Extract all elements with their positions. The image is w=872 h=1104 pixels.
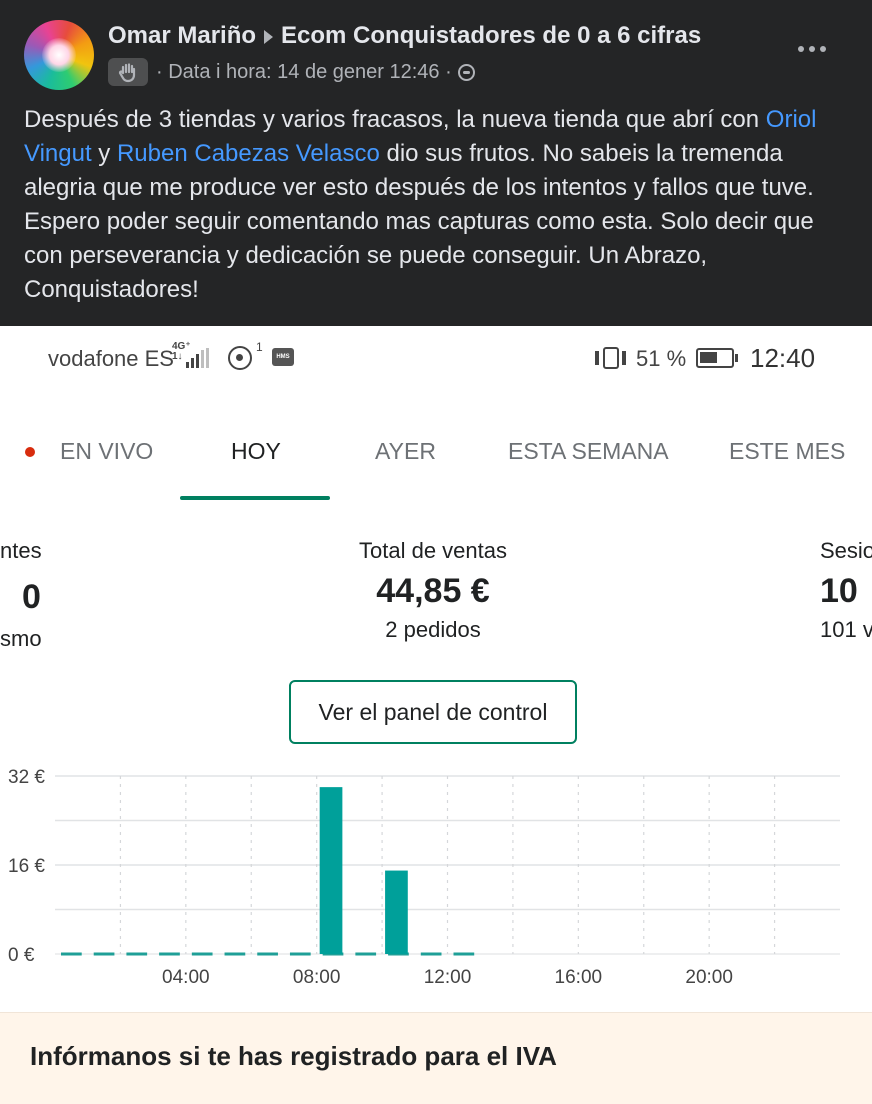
chart-x-tick-label: 04:00: [162, 967, 210, 988]
chart-y-tick-label: 32 €: [8, 767, 45, 788]
hotspot-count: 1: [256, 340, 263, 354]
carrier-name: vodafone ES: [48, 346, 174, 371]
metric-label: Total de ventas: [359, 538, 507, 563]
view-dashboard-button[interactable]: Ver el panel de control: [289, 680, 577, 744]
more-options-icon[interactable]: [794, 36, 830, 62]
post-text-part: Después de 3 tiendas y varios fracasos, …: [24, 106, 766, 133]
post-meta: · Data i hora: 14 de gener 12:46 ·: [108, 58, 475, 86]
vat-banner: Infórmanos si te has registrado para el …: [0, 1012, 872, 1104]
tab-esta-semana[interactable]: ESTA SEMANA: [508, 438, 669, 465]
metric-value: 0: [22, 578, 41, 616]
post-timestamp[interactable]: · Data i hora: 14 de gener 12:46 ·: [156, 61, 452, 84]
author-name[interactable]: Omar Mariño: [108, 22, 256, 49]
metric-sub: 2 pedidos: [385, 617, 481, 642]
vibrate-icon: [594, 345, 630, 371]
triangle-right-icon: [264, 29, 274, 44]
metric-right: Sesio 10 101 v: [820, 538, 872, 643]
metric-left-value: 0: [22, 578, 41, 617]
tab-hoy[interactable]: HOY: [231, 438, 281, 465]
hms-icon: HMS: [272, 348, 294, 366]
sales-chart: 32 € 16 € 0 € 04:00 08:00 12:00 16:00 20:00: [0, 762, 872, 1002]
metric-sub: 101 v: [820, 617, 872, 642]
chart-y-tick-label: 0 €: [8, 945, 35, 966]
battery-percent: 51 %: [636, 346, 687, 371]
tab-ayer[interactable]: AYER: [375, 438, 436, 465]
post-header: Omar Mariño Ecom Conquistadores de 0 a 6 …: [0, 0, 872, 326]
tab-este-mes[interactable]: ESTE MES: [729, 438, 845, 465]
status-clock: 12:40: [750, 343, 816, 373]
signal-icon: [186, 348, 214, 368]
period-tabs: EN VIVO HOY AYER ESTA SEMANA ESTE MES: [0, 426, 872, 506]
post-body: Después de 3 tiendas y varios fracasos, …: [24, 103, 854, 307]
group-name[interactable]: Ecom Conquistadores de 0 a 6 cifras: [281, 22, 701, 49]
chart-x-tick-label: 12:00: [424, 967, 472, 988]
mention-link[interactable]: Ruben Cabezas Velasco: [117, 140, 380, 167]
chart-bars: [319, 787, 408, 954]
chart-y-tick-label: 16 €: [8, 856, 45, 877]
active-tab-indicator: [180, 496, 330, 500]
live-dot-icon: [25, 447, 35, 457]
chart-bar: [385, 870, 408, 954]
admin-badge: [108, 58, 148, 86]
author-line: Omar Mariño Ecom Conquistadores de 0 a 6 …: [108, 22, 701, 50]
chart-x-tick-label: 08:00: [293, 967, 341, 988]
metric-value: 44,85 €: [376, 572, 490, 610]
metric-value: 10: [820, 572, 858, 610]
sales-chart-svg: 32 € 16 € 0 € 04:00 08:00 12:00 16:00 20:00: [8, 767, 840, 988]
hand-wave-icon: [118, 63, 136, 83]
metric-label: ntes: [0, 538, 42, 563]
vat-banner-title: Infórmanos si te has registrado para el …: [30, 1041, 557, 1071]
chart-bar: [319, 787, 343, 954]
chart-x-tick-label: 16:00: [555, 967, 603, 988]
tab-en-vivo[interactable]: EN VIVO: [60, 438, 153, 465]
battery-icon: [696, 348, 738, 368]
metric-total-sales[interactable]: Total de ventas 44,85 € 2 pedidos: [282, 538, 584, 643]
chart-x-tick-label: 20:00: [685, 967, 733, 988]
metric-sub: smo: [0, 626, 42, 651]
hotspot-icon: [228, 346, 252, 370]
phone-status-bar: vodafone ES 4G⁺ 1↓ 1 HMS 51 % 12:40: [0, 326, 872, 390]
network-sub: 1↓: [172, 351, 183, 362]
globe-icon: [457, 63, 475, 81]
metric-label: Sesio: [820, 538, 872, 563]
chart-grid: [55, 775, 840, 956]
author-avatar[interactable]: [24, 20, 94, 90]
post-text-part: y: [91, 140, 117, 167]
metric-left-sub: smo: [0, 626, 42, 652]
shopify-screenshot: vodafone ES 4G⁺ 1↓ 1 HMS 51 % 12:40 EN VI…: [0, 326, 872, 1104]
metric-left: ntes: [0, 538, 48, 564]
